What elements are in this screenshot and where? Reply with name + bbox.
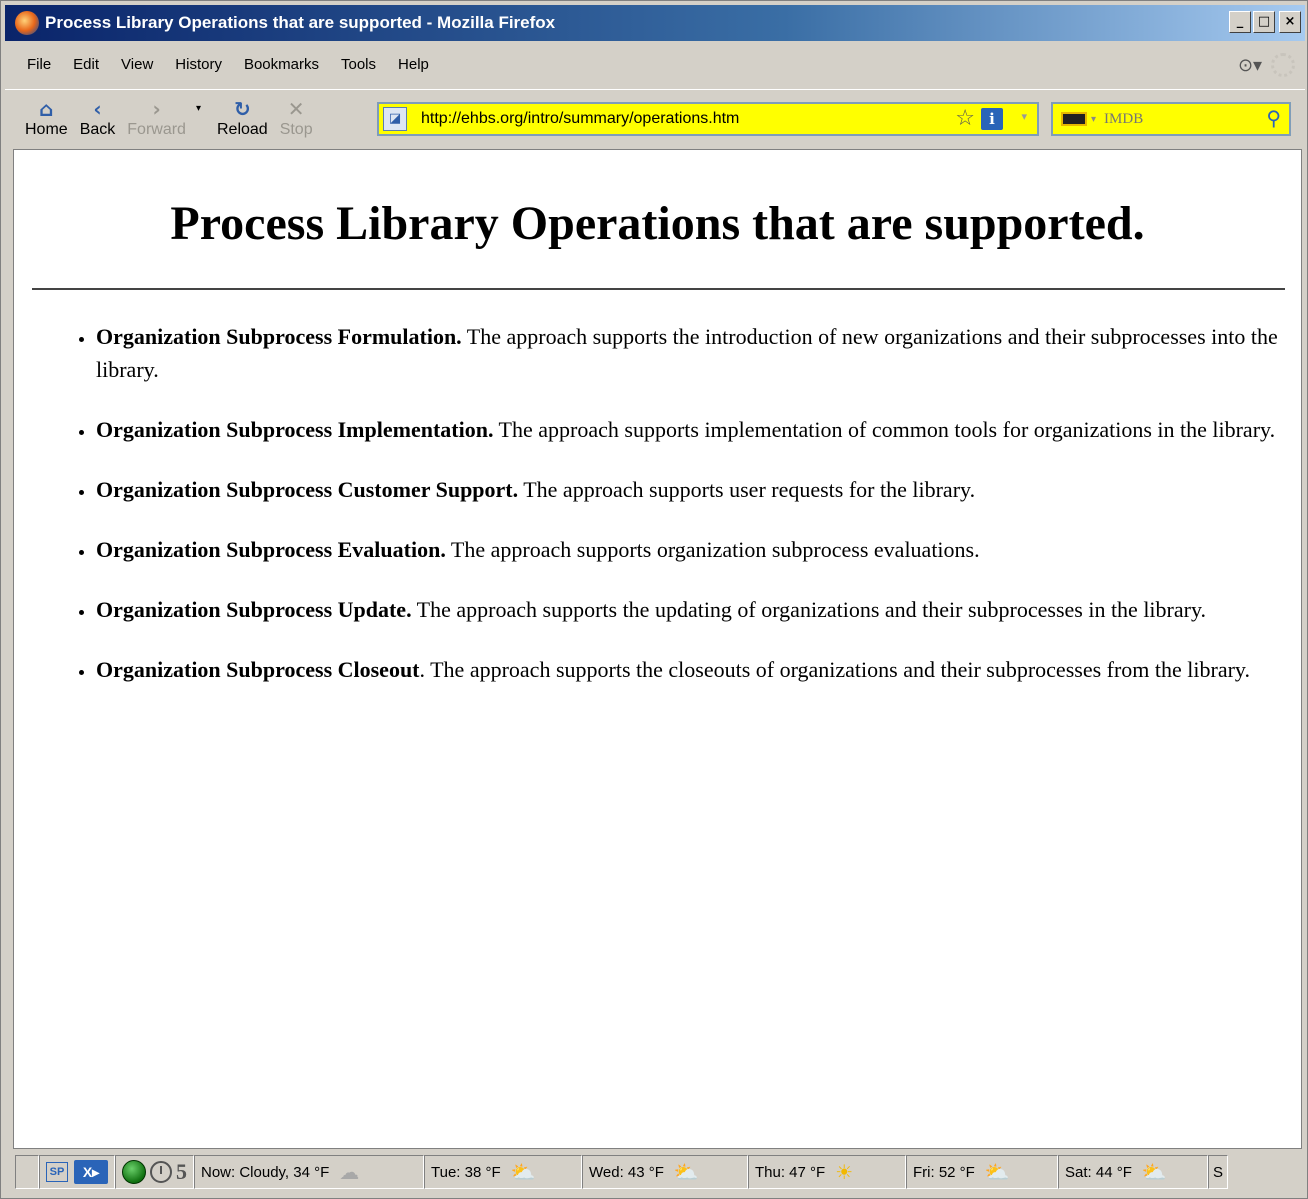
forward-button[interactable]: › Forward [121,93,192,145]
menu-right-area: ⊙▾ [1237,53,1295,77]
activity-indicator-icon[interactable]: ⊙▾ [1237,54,1263,76]
search-input[interactable] [1104,110,1235,128]
engine-dropdown-icon[interactable]: ▾ [1091,114,1096,125]
browser-window: Process Library Operations that are supp… [0,0,1308,1199]
item-term: Organization Subprocess Update. [96,597,412,622]
count-badge[interactable]: 5 [176,1159,187,1185]
weather-wed[interactable]: Wed: 43 °F ⛅ [582,1155,748,1189]
item-desc: The approach supports implementation of … [493,417,1276,442]
page-title: Process Library Operations that are supp… [170,197,1145,250]
stop-label: Stop [279,120,313,138]
status-text-cell [15,1155,39,1189]
weather-tue-text: Tue: 38 °F [431,1163,501,1181]
weather-now-text: Now: Cloudy, 34 °F [201,1163,330,1181]
item-desc: The approach supports the updating of or… [411,597,1207,622]
weather-thu[interactable]: Thu: 47 °F ☀ [748,1155,906,1189]
menu-bookmarks[interactable]: Bookmarks [233,51,330,79]
weather-overflow-text: S [1213,1163,1224,1181]
menu-history[interactable]: History [164,51,233,79]
weather-tue[interactable]: Tue: 38 °F ⛅ [424,1155,582,1189]
forward-label: Forward [127,120,186,138]
home-button[interactable]: ⌂ Home [19,93,74,145]
forward-arrow-icon: › [152,96,161,121]
info-icon[interactable]: i [981,108,1003,130]
partly-cloudy-icon: ⛅ [1141,1160,1167,1184]
item-term: Organization Subprocess Customer Support… [96,477,519,502]
list-item: Organization Subprocess Closeout. The ap… [96,653,1291,686]
close-button[interactable]: × [1279,11,1301,33]
addon-icons-cell: SP X▸ [39,1155,115,1189]
xmarks-icon[interactable]: X▸ [74,1160,108,1184]
horizontal-rule [32,288,1285,290]
menu-bar: File Edit View History Bookmarks Tools H… [5,45,1305,85]
firefox-icon [15,11,39,35]
partly-cloudy-icon: ⛅ [984,1160,1010,1184]
menu-help[interactable]: Help [387,51,440,79]
item-term: Organization Subprocess Formulation. [96,324,462,349]
window-controls: _ □ × [1229,11,1301,33]
operations-list: Organization Subprocess Formulation. The… [96,320,1291,713]
cloudy-icon: ☁ [339,1160,360,1184]
back-label: Back [79,120,116,138]
minimize-button[interactable]: _ [1229,11,1251,33]
sp-addon-icon[interactable]: SP [46,1162,68,1182]
weather-now[interactable]: Now: Cloudy, 34 °F ☁ [194,1155,424,1189]
item-desc: The approach supports organization subpr… [445,537,980,562]
stop-button[interactable]: ✕ Stop [274,93,319,145]
page-content: Process Library Operations that are supp… [13,149,1302,1149]
weather-fri-text: Fri: 52 °F [913,1163,975,1181]
maximize-button[interactable]: □ [1253,11,1275,33]
weather-thu-text: Thu: 47 °F [755,1163,826,1181]
status-bar: SP X▸ 5 Now: Cloudy, 34 °F ☁ Tue: 38 °F … [5,1151,1305,1193]
site-identity-icon[interactable]: ◪ [383,107,407,131]
item-term: Organization Subprocess Implementation. [96,417,494,442]
weather-fri[interactable]: Fri: 52 °F ⛅ [906,1155,1058,1189]
green-status-icon[interactable] [122,1160,146,1184]
address-bar[interactable]: ◪ ☆ i ▾ [377,102,1039,136]
url-input[interactable] [421,110,921,128]
search-bar[interactable]: ▾ ⚲ [1051,102,1291,136]
throbber-icon [1271,53,1295,77]
menu-view[interactable]: View [110,51,164,79]
item-term: Organization Subprocess Closeout [96,657,420,682]
search-icon[interactable]: ⚲ [1266,106,1281,130]
item-desc: The approach supports user requests for … [518,477,976,502]
item-desc: . The approach supports the closeouts of… [419,657,1251,682]
menu-edit[interactable]: Edit [62,51,110,79]
clock-icon[interactable] [150,1161,172,1183]
bookmark-star-icon[interactable]: ☆ [955,106,975,132]
partly-cloudy-icon: ⛅ [510,1160,536,1184]
weather-overflow[interactable]: S [1208,1155,1228,1189]
window-title: Process Library Operations that are supp… [45,13,556,32]
menu-file[interactable]: File [5,51,62,79]
imdb-engine-icon[interactable] [1061,112,1087,126]
list-item: Organization Subprocess Update. The appr… [96,593,1291,626]
navigation-toolbar: ⌂ Home ‹ Back › Forward ▾ ↻ Reload ✕ Sto… [5,89,1305,147]
list-item: Organization Subprocess Customer Support… [96,473,1291,506]
weather-wed-text: Wed: 43 °F [589,1163,664,1181]
reload-label: Reload [216,120,268,138]
item-term: Organization Subprocess Evaluation. [96,537,446,562]
home-icon: ⌂ [39,96,54,121]
partly-cloudy-icon: ⛅ [673,1160,699,1184]
url-dropdown-icon[interactable]: ▾ [1021,110,1027,123]
weather-sat[interactable]: Sat: 44 °F ⛅ [1058,1155,1208,1189]
back-arrow-icon: ‹ [93,96,102,121]
list-item: Organization Subprocess Formulation. The… [96,320,1291,386]
home-label: Home [25,120,68,138]
menu-tools[interactable]: Tools [330,51,387,79]
reload-button[interactable]: ↻ Reload [211,93,274,145]
list-item: Organization Subprocess Implementation. … [96,413,1291,446]
sun-icon: ☀ [835,1160,854,1184]
reload-icon: ↻ [233,96,251,121]
addon-status-cell: 5 [115,1155,194,1189]
history-dropdown-icon[interactable]: ▾ [196,103,201,114]
weather-sat-text: Sat: 44 °F [1065,1163,1132,1181]
stop-icon: ✕ [287,96,305,121]
list-item: Organization Subprocess Evaluation. The … [96,533,1291,566]
back-button[interactable]: ‹ Back [74,93,122,145]
title-bar[interactable]: Process Library Operations that are supp… [5,5,1305,41]
